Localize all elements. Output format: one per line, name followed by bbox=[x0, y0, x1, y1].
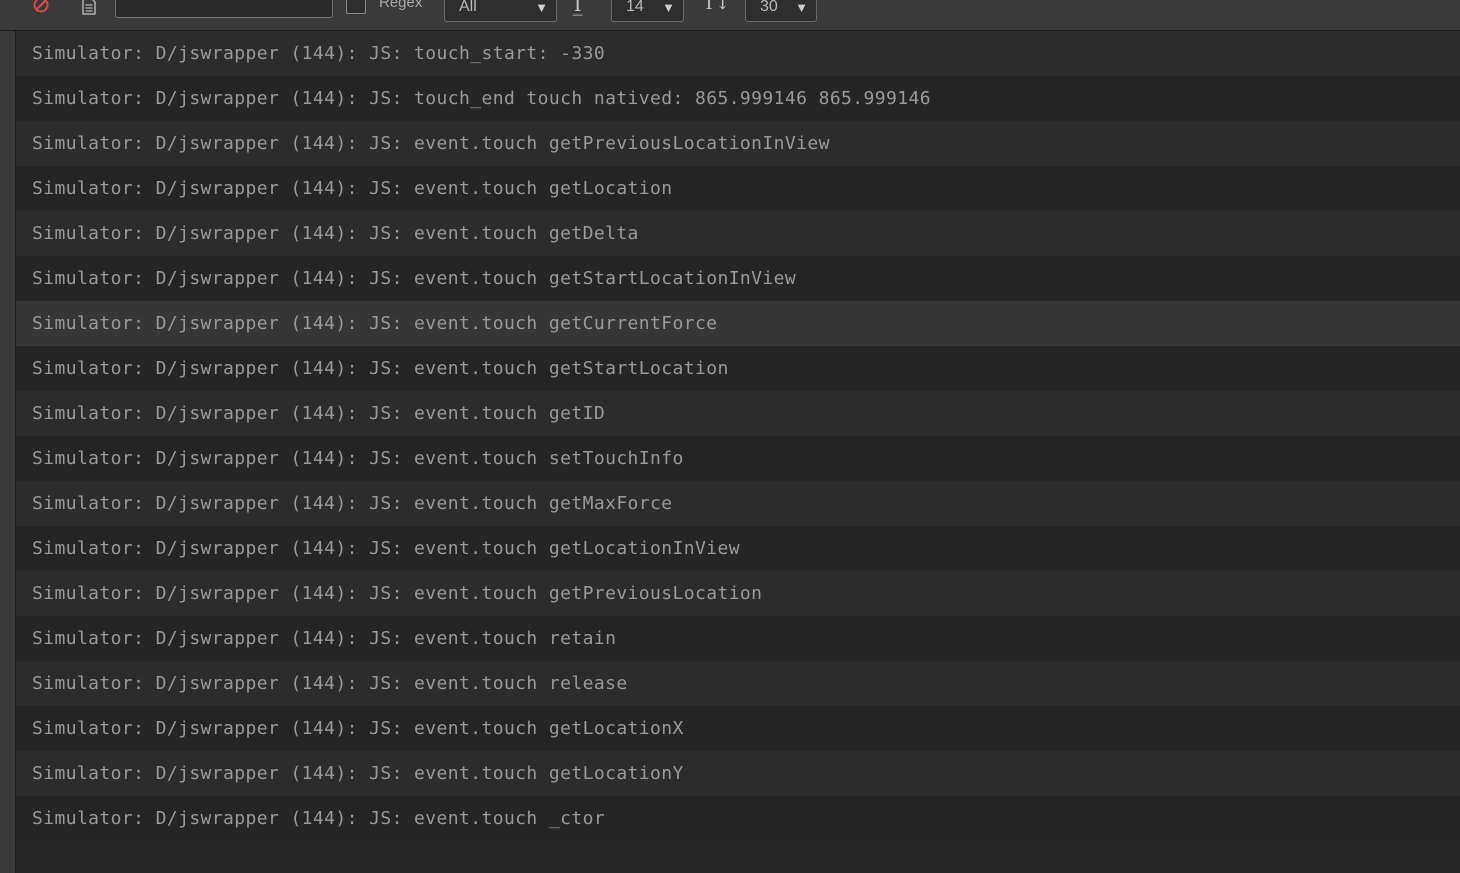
log-row[interactable]: Simulator: D/jswrapper (144): JS: event.… bbox=[16, 706, 1460, 751]
log-row[interactable]: Simulator: D/jswrapper (144): JS: event.… bbox=[16, 166, 1460, 211]
log-row[interactable]: Simulator: D/jswrapper (144): JS: event.… bbox=[16, 481, 1460, 526]
log-row[interactable]: Simulator: D/jswrapper (144): JS: event.… bbox=[16, 796, 1460, 841]
font-size-dropdown[interactable]: 14 ▼ bbox=[611, 0, 684, 22]
log-row[interactable]: Simulator: D/jswrapper (144): JS: event.… bbox=[16, 391, 1460, 436]
log-row[interactable]: Simulator: D/jswrapper (144): JS: event.… bbox=[16, 256, 1460, 301]
console-log-list[interactable]: Simulator: D/jswrapper (144): JS: touch_… bbox=[16, 31, 1460, 873]
log-row[interactable]: Simulator: D/jswrapper (144): JS: touch_… bbox=[16, 76, 1460, 121]
document-icon[interactable] bbox=[78, 0, 100, 17]
font-size-value: 14 bbox=[626, 0, 644, 15]
log-row[interactable]: Simulator: D/jswrapper (144): JS: event.… bbox=[16, 121, 1460, 166]
log-row[interactable]: Simulator: D/jswrapper (144): JS: event.… bbox=[16, 571, 1460, 616]
left-gutter bbox=[0, 31, 16, 873]
log-row[interactable]: Simulator: D/jswrapper (144): JS: event.… bbox=[16, 751, 1460, 796]
max-lines-value: 30 bbox=[760, 0, 778, 15]
log-row[interactable]: Simulator: D/jswrapper (144): JS: event.… bbox=[16, 616, 1460, 661]
search-input[interactable] bbox=[115, 0, 333, 18]
chevron-down-icon: ▼ bbox=[535, 0, 548, 15]
log-row[interactable]: Simulator: D/jswrapper (144): JS: touch_… bbox=[16, 31, 1460, 76]
clear-console-icon[interactable] bbox=[30, 0, 52, 16]
log-level-dropdown[interactable]: All ▼ bbox=[444, 0, 557, 22]
max-lines-dropdown[interactable]: 30 ▼ bbox=[745, 0, 817, 22]
log-row[interactable]: Simulator: D/jswrapper (144): JS: event.… bbox=[16, 211, 1460, 256]
line-height-icon: T↕ bbox=[703, 0, 731, 14]
log-level-value: All bbox=[459, 0, 477, 15]
log-row[interactable]: Simulator: D/jswrapper (144): JS: event.… bbox=[16, 301, 1460, 346]
console-panel: Regex All ▼ T̲ 14 ▼ T↕ 30 ▼ Simulator: D… bbox=[0, 0, 1460, 873]
log-row[interactable]: Simulator: D/jswrapper (144): JS: event.… bbox=[16, 346, 1460, 391]
regex-label: Regex bbox=[379, 0, 423, 11]
console-toolbar: Regex All ▼ T̲ 14 ▼ T↕ 30 ▼ bbox=[0, 0, 1460, 31]
font-size-icon: T̲ bbox=[571, 0, 585, 16]
chevron-down-icon: ▼ bbox=[662, 0, 675, 15]
chevron-down-icon: ▼ bbox=[795, 0, 808, 15]
log-row[interactable]: Simulator: D/jswrapper (144): JS: event.… bbox=[16, 526, 1460, 571]
regex-checkbox[interactable] bbox=[346, 0, 366, 14]
log-row[interactable]: Simulator: D/jswrapper (144): JS: event.… bbox=[16, 436, 1460, 481]
log-row[interactable]: Simulator: D/jswrapper (144): JS: event.… bbox=[16, 661, 1460, 706]
